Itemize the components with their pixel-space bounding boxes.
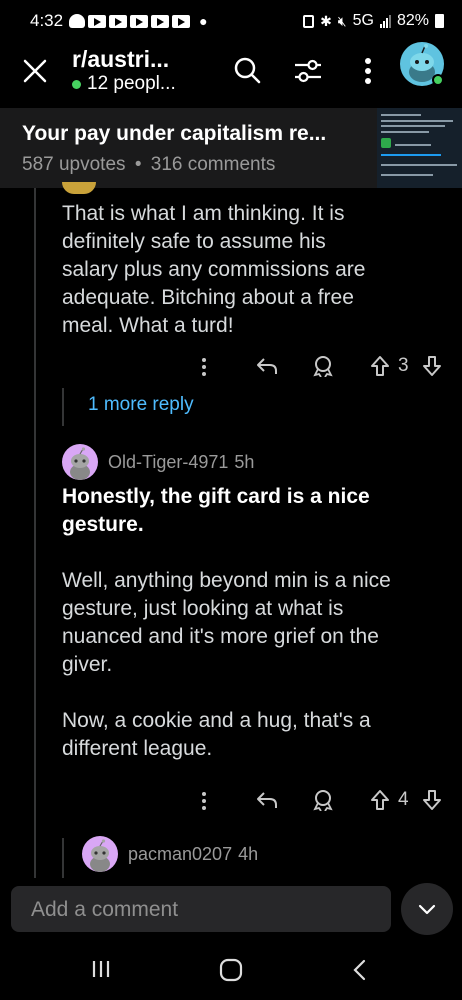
award-icon[interactable] <box>312 355 334 377</box>
battery-label: 82% <box>396 12 429 29</box>
post-meta: 587 upvotes • 316 comments <box>22 154 275 176</box>
close-icon[interactable] <box>22 58 48 84</box>
battery-icon <box>435 14 444 28</box>
back-icon[interactable] <box>350 958 370 982</box>
award-icon[interactable] <box>312 789 334 811</box>
comment-body: Honestly, the gift card is a nice gestur… <box>62 483 452 763</box>
comment-author[interactable]: pacman0207 <box>128 844 232 865</box>
comment-line: meal. What a turd! <box>62 314 234 337</box>
comment-bold-line: Honestly, the gift card is a nice <box>62 485 370 508</box>
mute-icon: 🔇︎ <box>337 12 347 29</box>
comment-time: 5h <box>234 451 255 472</box>
add-comment-input[interactable]: Add a comment <box>11 886 391 932</box>
avatar <box>62 182 96 194</box>
more-replies-link[interactable]: 1 more reply <box>88 394 194 416</box>
online-dot-icon <box>72 79 81 89</box>
comment-line: salary plus any commissions are <box>62 258 366 281</box>
comment-time: 4h <box>238 843 259 864</box>
youtube-icon <box>88 14 107 28</box>
sort-filter-icon[interactable] <box>293 58 323 84</box>
post-banner[interactable]: Your pay under capitalism re... 587 upvo… <box>0 108 462 188</box>
downvote-icon[interactable] <box>422 355 442 377</box>
search-icon[interactable] <box>233 56 261 84</box>
post-title: Your pay under capitalism re... <box>22 122 327 145</box>
comment-line: gesture, just looking at what is <box>62 597 344 620</box>
comment-composer-bar: Add a comment <box>0 878 462 938</box>
vote-count: 4 <box>398 789 409 810</box>
comment-line: Now, a cookie and a hug, that's a <box>62 709 371 732</box>
lock-icon <box>303 14 315 28</box>
comment-body: That is what I am thinking. It is defini… <box>62 200 452 340</box>
comment-line: definitely safe to assume his <box>62 230 326 253</box>
thread-line[interactable] <box>62 388 64 426</box>
comment-line: Well, anything beyond min is a nice <box>62 569 391 592</box>
notification-icons: ● <box>69 13 208 29</box>
avatar[interactable] <box>82 836 118 872</box>
upvote-icon[interactable] <box>370 789 390 811</box>
comment-line: giver. <box>62 653 113 676</box>
more-options-icon[interactable] <box>362 56 374 86</box>
collapse-comments-button[interactable] <box>401 883 453 935</box>
app-header: r/austri... 12 peopl... <box>0 42 462 104</box>
comment-count: 316 comments <box>150 154 276 175</box>
comment-bold-line: gesture. <box>62 513 144 536</box>
reply-icon[interactable] <box>256 356 278 376</box>
avatar[interactable] <box>62 444 98 480</box>
thread-line[interactable] <box>34 188 36 878</box>
youtube-icon <box>109 14 128 28</box>
more-options-icon[interactable] <box>200 791 208 811</box>
network-label: 5G <box>352 12 374 29</box>
youtube-icon <box>172 14 191 28</box>
more-options-icon[interactable] <box>200 357 208 377</box>
system-nav-bar <box>0 938 462 1000</box>
more-notifications-dot: ● <box>199 13 208 29</box>
comment-line: adequate. Bitching about a free <box>62 286 354 309</box>
comment-author-row[interactable]: pacman0207 4h <box>82 836 258 872</box>
status-bar: 4:32 ● ✱ 🔇︎ 5G 82% <box>0 0 462 42</box>
bluetooth-icon: ✱ <box>320 12 332 29</box>
reddit-notification-icon <box>69 14 86 28</box>
upvote-count: 587 upvotes <box>22 154 126 175</box>
subreddit-name: r/austri... <box>72 46 170 72</box>
recent-apps-icon[interactable] <box>90 958 112 980</box>
status-time: 4:32 <box>30 11 64 30</box>
comment-actions: 3 <box>0 352 462 382</box>
home-icon[interactable] <box>218 958 244 982</box>
youtube-icon <box>130 14 149 28</box>
snoo-avatar-icon <box>70 447 90 480</box>
comment-line: That is what I am thinking. It is <box>62 202 345 225</box>
online-label: 12 peopl... <box>87 73 176 94</box>
subreddit-info[interactable]: r/austri... 12 peopl... <box>72 46 176 95</box>
comment-author-row[interactable]: Old-Tiger-4971 5h <box>62 444 254 480</box>
post-thumbnail[interactable] <box>377 108 462 188</box>
comment-line: nuanced and it's more grief on the <box>62 625 379 648</box>
comment-author[interactable]: Old-Tiger-4971 <box>108 452 228 473</box>
reply-icon[interactable] <box>256 790 278 810</box>
chevron-down-icon <box>418 904 436 915</box>
online-count: 12 peopl... <box>72 73 176 95</box>
downvote-icon[interactable] <box>422 789 442 811</box>
avatar-online-indicator <box>432 74 444 86</box>
thread-line[interactable] <box>62 838 64 878</box>
youtube-icon <box>151 14 170 28</box>
upvote-icon[interactable] <box>370 355 390 377</box>
signal-icon <box>379 14 391 28</box>
vote-count: 3 <box>398 355 409 376</box>
comment-actions: 4 <box>0 786 462 816</box>
comment-line: different league. <box>62 737 213 760</box>
snoo-avatar-icon <box>90 839 110 872</box>
meta-separator: • <box>134 154 142 175</box>
